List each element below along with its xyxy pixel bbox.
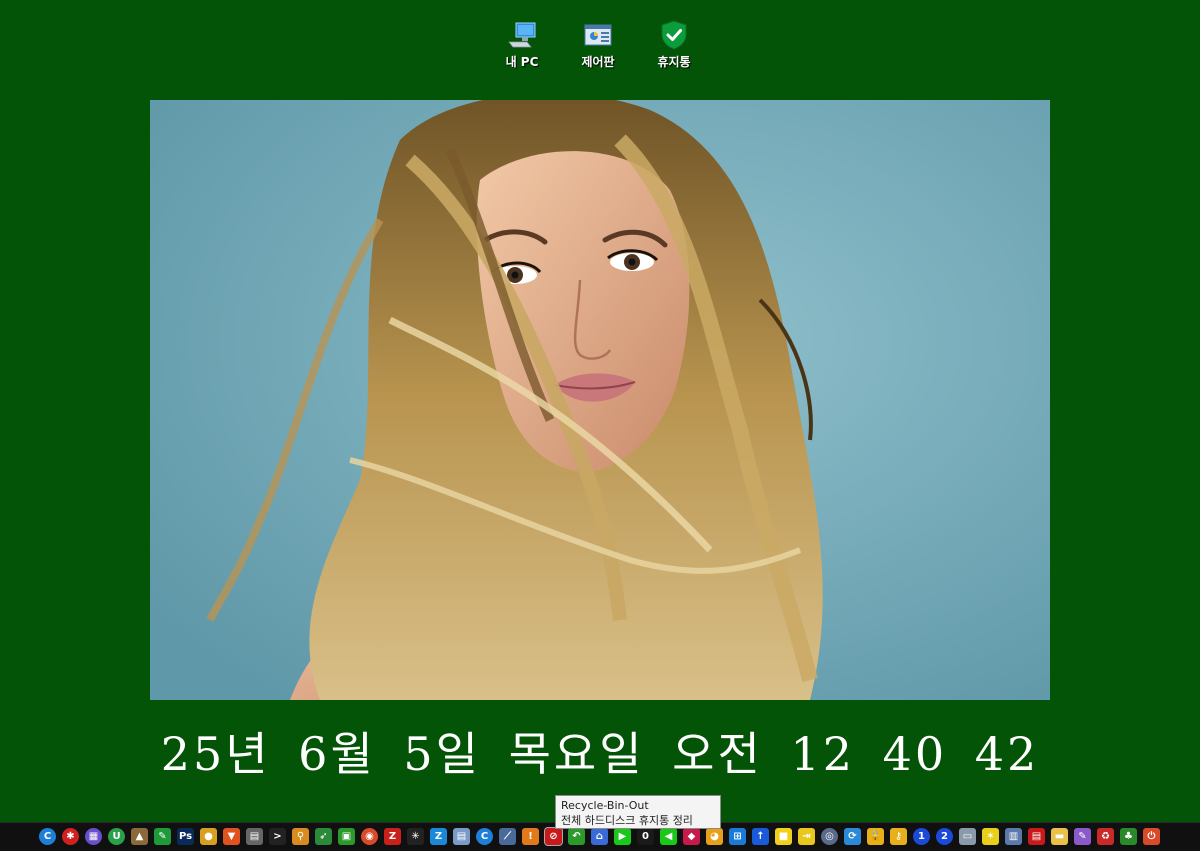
search-icon[interactable]: ⚲ <box>292 828 309 845</box>
back-arrow-icon[interactable]: ◀ <box>660 828 677 845</box>
rocket-icon[interactable]: ➶ <box>315 828 332 845</box>
home-icon[interactable]: ⌂ <box>591 828 608 845</box>
exit-icon[interactable]: ⇥ <box>798 828 815 845</box>
notepad-icon[interactable]: ▤ <box>453 828 470 845</box>
photoshop-icon[interactable]: Ps <box>177 828 194 845</box>
orange-app-icon[interactable]: ◕ <box>706 828 723 845</box>
lock-icon[interactable]: 🔒 <box>867 828 884 845</box>
asterisk-icon[interactable]: ✳ <box>407 828 424 845</box>
server-icon[interactable]: ▥ <box>1005 828 1022 845</box>
brave-icon[interactable]: ▼ <box>223 828 240 845</box>
filezilla-icon[interactable]: Z <box>384 828 401 845</box>
power-icon[interactable]: ⏻ <box>1143 828 1160 845</box>
pen-icon[interactable]: ✎ <box>154 828 171 845</box>
play-icon[interactable]: ▶ <box>614 828 631 845</box>
cmd-icon[interactable]: > <box>269 828 286 845</box>
sync-icon[interactable]: ⟳ <box>844 828 861 845</box>
tooltip-title: Recycle-Bin-Out <box>561 799 649 812</box>
tooltip-description: 전체 하드디스크 휴지통 정리 <box>561 814 693 827</box>
calculator-icon[interactable]: ▤ <box>246 828 263 845</box>
portrait-illustration <box>150 100 1050 700</box>
ccleaner2-icon[interactable]: C <box>476 828 493 845</box>
yellow-note-icon[interactable]: ■ <box>775 828 792 845</box>
computer-icon <box>508 22 536 48</box>
monitor-icon[interactable]: ▭ <box>959 828 976 845</box>
number-2-icon[interactable]: 2 <box>936 828 953 845</box>
desktop-icon-area: 내 PC 제어판 휴지통 <box>0 20 1200 80</box>
green-u-icon[interactable]: U <box>108 828 125 845</box>
desktop-icon-my-pc[interactable]: 내 PC <box>487 20 557 70</box>
brush-icon[interactable]: ⟋ <box>499 828 516 845</box>
warning-icon[interactable]: ! <box>522 828 539 845</box>
landscape-icon[interactable]: ▲ <box>131 828 148 845</box>
red-circle-icon[interactable]: ✱ <box>62 828 79 845</box>
recycle-bin-shield-icon <box>661 20 687 50</box>
windows-icon[interactable]: ⊞ <box>729 828 746 845</box>
z-app-icon[interactable]: Z <box>430 828 447 845</box>
desktop-icon-recycle-bin[interactable]: 휴지통 <box>639 20 709 70</box>
shield-app-icon[interactable]: ◆ <box>683 828 700 845</box>
counter-icon[interactable]: 0 <box>637 828 654 845</box>
hazard-icon[interactable]: ✶ <box>982 828 999 845</box>
up-arrow-icon[interactable]: ↑ <box>752 828 769 845</box>
wallpaper-photo <box>150 100 1050 700</box>
tree-icon[interactable]: ♣ <box>1120 828 1137 845</box>
photo-icon[interactable]: ▣ <box>338 828 355 845</box>
desktop-icon-label: 내 PC <box>505 55 539 69</box>
recycle-icon[interactable]: ♻ <box>1097 828 1114 845</box>
key-icon[interactable]: ⚷ <box>890 828 907 845</box>
purple-grid-icon[interactable]: ▦ <box>85 828 102 845</box>
desktop-icon-label: 제어판 <box>581 55 615 69</box>
folder-icon[interactable]: ▬ <box>1051 828 1068 845</box>
bird-icon[interactable]: ● <box>200 828 217 845</box>
red-book-icon[interactable]: ▤ <box>1028 828 1045 845</box>
chrome-icon[interactable]: ◉ <box>361 828 378 845</box>
desktop-clock: 25년 6월 5일 목요일 오전 12 40 42 <box>160 727 1040 781</box>
recycle-bin-out-icon[interactable]: ⊘ <box>544 827 563 846</box>
compass-icon[interactable]: ◎ <box>821 828 838 845</box>
ccleaner-icon[interactable]: C <box>39 828 56 845</box>
desktop-icon-label: 휴지통 <box>657 55 691 69</box>
number-1-icon[interactable]: 1 <box>913 828 930 845</box>
recycle-arrow-icon[interactable]: ↶ <box>568 828 585 845</box>
tooltip: Recycle-Bin-Out 전체 하드디스크 휴지통 정리 <box>555 795 721 829</box>
desktop-icon-control-panel[interactable]: 제어판 <box>563 20 633 70</box>
control-panel-icon <box>584 24 612 46</box>
paint-icon[interactable]: ✎ <box>1074 828 1091 845</box>
